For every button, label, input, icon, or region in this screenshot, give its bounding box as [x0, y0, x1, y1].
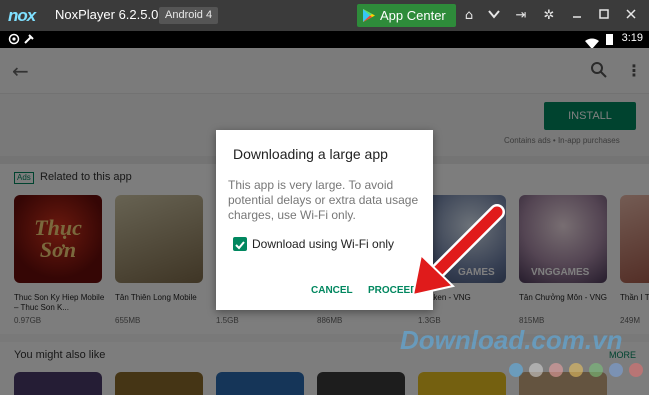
nox-window: nox NoxPlayer 6.2.5.0 Android 4 App Cent…: [0, 0, 649, 395]
dialog-message: This app is very large. To avoid potenti…: [228, 178, 419, 222]
checkmark-icon: [235, 241, 245, 250]
red-arrow-annotation: [411, 204, 505, 297]
wifi-only-checkbox[interactable]: [233, 237, 247, 251]
gear-icon[interactable]: ✲: [541, 8, 557, 24]
battery-icon: [606, 34, 613, 45]
wifi-only-label[interactable]: Download using Wi-Fi only: [252, 237, 394, 251]
pin-icon[interactable]: ⇥: [513, 8, 529, 24]
app-center-button[interactable]: App Center: [357, 4, 456, 27]
android-version-badge: Android 4: [159, 7, 219, 24]
home-icon[interactable]: ⌂: [461, 8, 477, 24]
status-notification-icons: [8, 33, 38, 48]
android-status-bar: 3:19: [0, 31, 649, 49]
maximize-icon[interactable]: [596, 8, 612, 24]
status-time: 3:19: [621, 32, 643, 44]
minimize-glyph: [573, 16, 581, 18]
watermark: Download.com.vn: [400, 325, 623, 355]
watermark-dots: [509, 363, 643, 377]
large-app-dialog: Downloading a large app This app is very…: [216, 130, 433, 310]
dialog-title: Downloading a large app: [233, 146, 388, 162]
notification-icons: [8, 33, 34, 45]
chevron-down-icon[interactable]: [486, 8, 502, 24]
app-center-label: App Center: [380, 8, 446, 23]
nox-logo: nox: [8, 6, 36, 25]
close-icon[interactable]: [623, 8, 639, 24]
window-title: NoxPlayer 6.2.5.0: [55, 7, 159, 22]
minimize-icon[interactable]: [569, 8, 585, 24]
play-store-icon: [363, 9, 375, 22]
close-glyph: [626, 9, 636, 19]
maximize-glyph: [599, 9, 609, 19]
emulator-titlebar: nox NoxPlayer 6.2.5.0 Android 4 App Cent…: [0, 0, 649, 31]
chevron-down-glyph: [488, 10, 500, 19]
cancel-button[interactable]: CANCEL: [311, 285, 353, 296]
